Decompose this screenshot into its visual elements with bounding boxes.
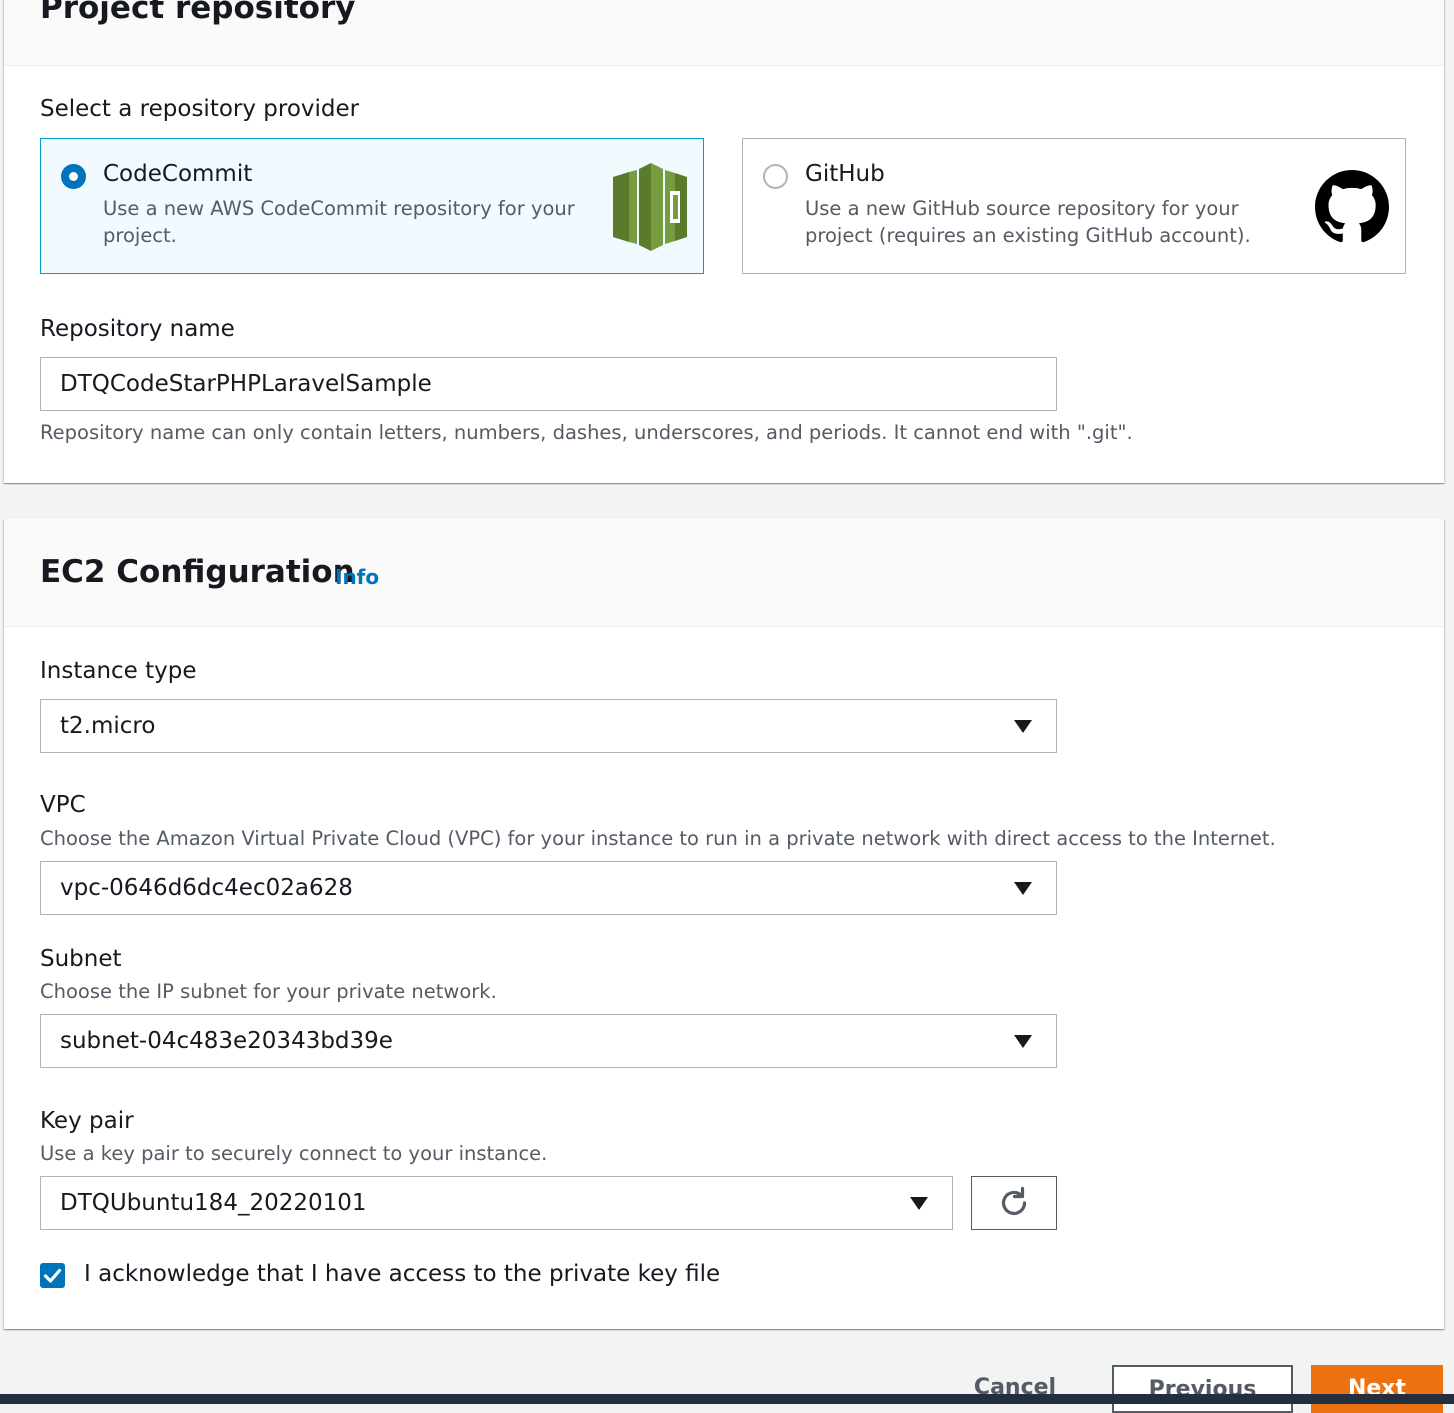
codecommit-radio[interactable] xyxy=(61,164,86,189)
ec2-configuration-panel: EC2 Configuration Info Instance type t2.… xyxy=(4,519,1444,1329)
subnet-select[interactable]: subnet-04c483e20343bd39e xyxy=(40,1014,1057,1068)
cancel-button[interactable]: Cancel xyxy=(955,1365,1075,1413)
caret-down-icon xyxy=(910,1197,928,1210)
caret-down-icon xyxy=(1014,720,1032,733)
caret-down-icon xyxy=(1014,882,1032,895)
instance-type-select[interactable]: t2.micro xyxy=(40,699,1057,753)
repository-provider-label: Select a repository provider xyxy=(40,96,360,122)
bottom-bar xyxy=(0,1394,1454,1404)
next-button[interactable]: Next xyxy=(1311,1365,1443,1413)
subnet-description: Choose the IP subnet for your private ne… xyxy=(40,980,497,1003)
refresh-icon xyxy=(1001,1186,1027,1216)
key-pair-value: DTQUbuntu184_20220101 xyxy=(60,1190,367,1216)
github-provider-tile[interactable]: GitHub Use a new GitHub source repositor… xyxy=(742,138,1406,274)
ec2-configuration-title: EC2 Configuration xyxy=(40,554,355,590)
repository-name-label: Repository name xyxy=(40,316,235,342)
key-pair-select[interactable]: DTQUbuntu184_20220101 xyxy=(40,1176,953,1230)
github-radio[interactable] xyxy=(763,164,788,189)
codecommit-logo-icon xyxy=(613,163,687,255)
codecommit-description: Use a new AWS CodeCommit repository for … xyxy=(103,197,575,247)
project-repository-title: Project repository xyxy=(40,0,356,26)
acknowledge-label: I acknowledge that I have access to the … xyxy=(84,1261,721,1287)
github-title: GitHub xyxy=(805,161,885,187)
vpc-description: Choose the Amazon Virtual Private Cloud … xyxy=(40,827,1276,850)
repository-name-input[interactable]: DTQCodeStarPHPLaravelSample xyxy=(40,357,1057,411)
previous-button[interactable]: Previous xyxy=(1112,1365,1293,1413)
checkmark-icon xyxy=(43,1268,62,1283)
github-logo-icon xyxy=(1315,170,1389,248)
instance-type-value: t2.micro xyxy=(60,713,156,739)
ec2-configuration-header: EC2 Configuration Info xyxy=(4,519,1444,627)
codecommit-provider-tile[interactable]: CodeCommit Use a new AWS CodeCommit repo… xyxy=(40,138,704,274)
project-repository-header: Project repository xyxy=(4,0,1444,66)
key-pair-label: Key pair xyxy=(40,1108,134,1134)
key-pair-description: Use a key pair to securely connect to yo… xyxy=(40,1142,548,1165)
ec2-info-link[interactable]: Info xyxy=(335,565,379,589)
vpc-label: VPC xyxy=(40,792,86,818)
caret-down-icon xyxy=(1014,1035,1032,1048)
codecommit-title: CodeCommit xyxy=(103,161,253,187)
repository-name-hint: Repository name can only contain letters… xyxy=(40,421,1133,444)
github-description: Use a new GitHub source repository for y… xyxy=(805,197,1251,247)
subnet-label: Subnet xyxy=(40,946,122,972)
acknowledge-checkbox[interactable] xyxy=(40,1263,65,1288)
vpc-select[interactable]: vpc-0646d6dc4ec02a628 xyxy=(40,861,1057,915)
project-repository-panel: Project repository Select a repository p… xyxy=(4,0,1444,483)
subnet-value: subnet-04c483e20343bd39e xyxy=(60,1028,393,1054)
vpc-value: vpc-0646d6dc4ec02a628 xyxy=(60,875,353,901)
refresh-key-pairs-button[interactable] xyxy=(971,1176,1057,1230)
instance-type-label: Instance type xyxy=(40,658,197,684)
